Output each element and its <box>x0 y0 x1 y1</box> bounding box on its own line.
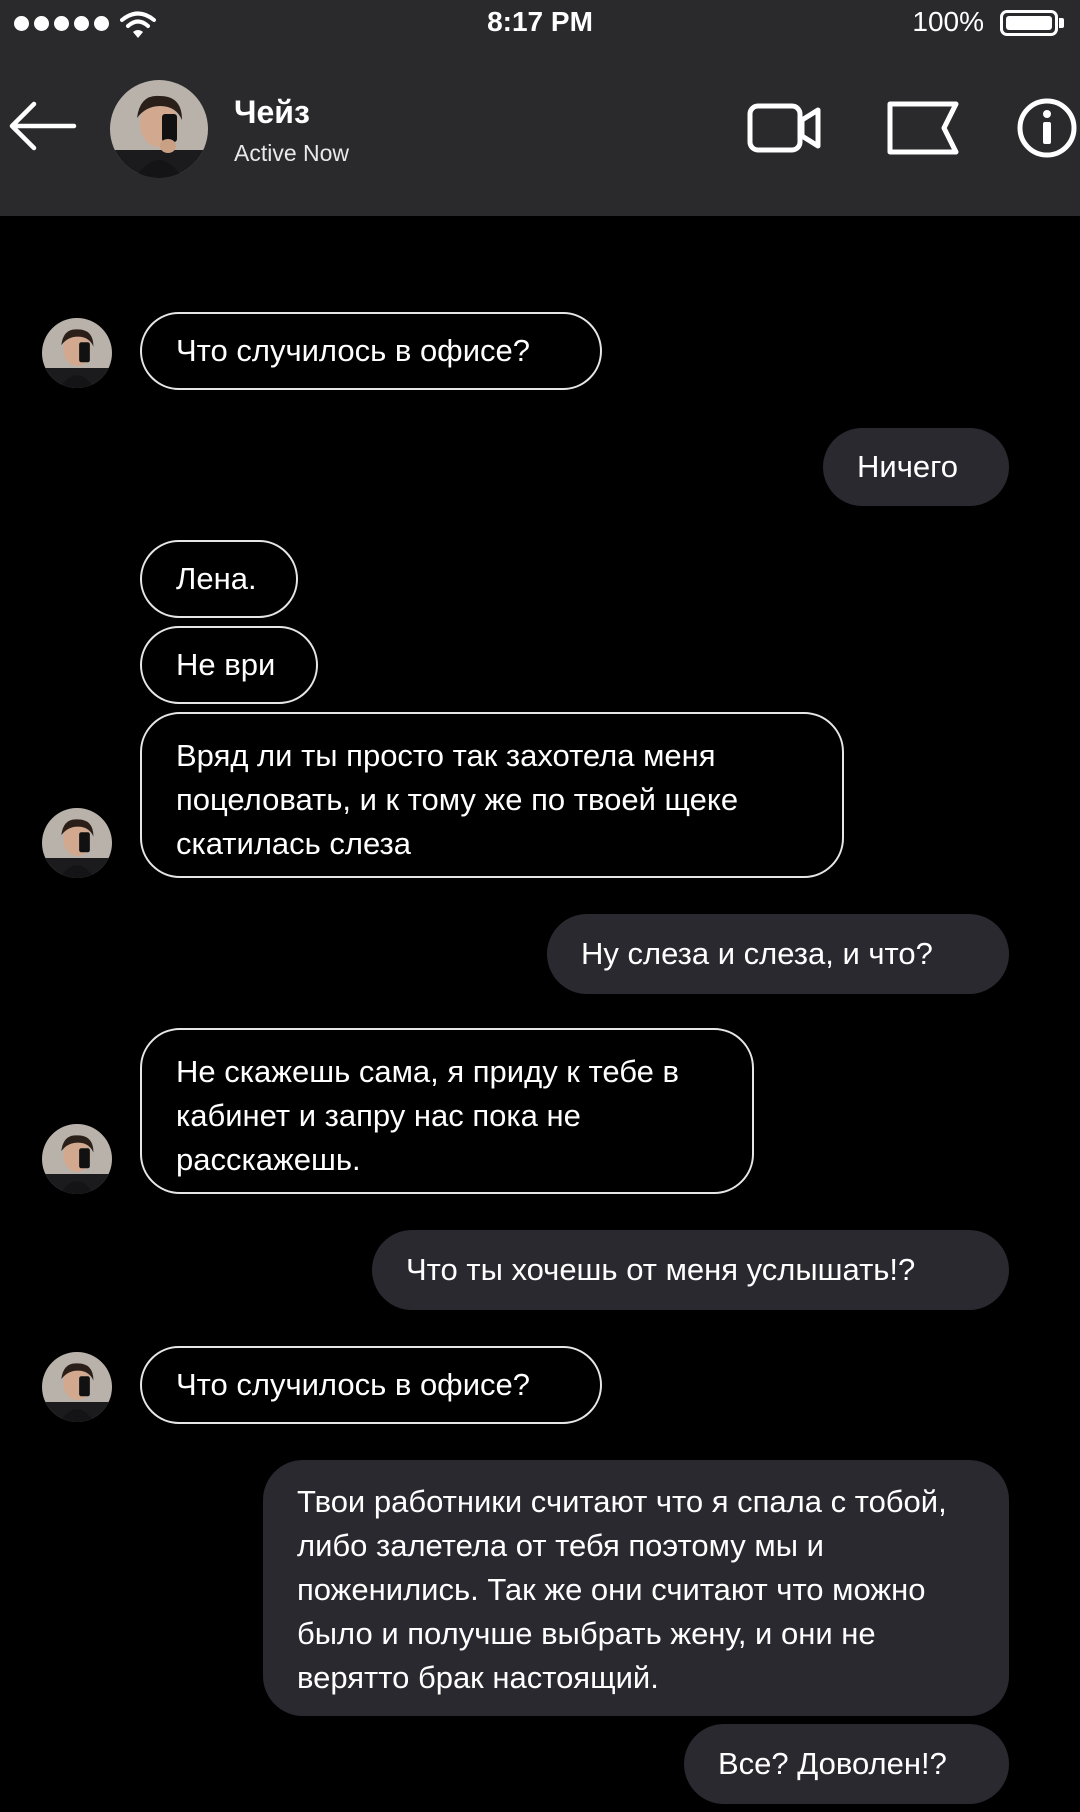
message-bubble-outgoing[interactable]: Ну слеза и слеза, и что? <box>547 914 1009 994</box>
status-bar: 8:17 PM 100% <box>0 0 1080 48</box>
message-avatar[interactable] <box>42 808 112 878</box>
flag-icon <box>887 101 959 155</box>
message-bubble-outgoing[interactable]: Твои работники считают что я спала с тоб… <box>263 1460 1009 1716</box>
video-call-button[interactable] <box>746 98 822 158</box>
message-avatar[interactable] <box>42 1352 112 1422</box>
battery-icon <box>1000 10 1058 36</box>
battery-percentage: 100% <box>912 6 984 37</box>
message-bubble-outgoing[interactable]: Ничего <box>823 428 1009 506</box>
top-bar: 8:17 PM 100% Чейз Active Now <box>0 0 1080 216</box>
message-avatar[interactable] <box>42 318 112 388</box>
message-bubble-incoming[interactable]: Что случилось в офисе? <box>140 1346 602 1424</box>
info-button[interactable] <box>1014 98 1080 158</box>
message-avatar[interactable] <box>42 1124 112 1194</box>
message-bubble-incoming[interactable]: Не ври <box>140 626 318 704</box>
contact-status: Active Now <box>234 140 350 166</box>
report-button[interactable] <box>886 98 960 158</box>
info-icon <box>1017 98 1077 158</box>
message-bubble-incoming[interactable]: Лена. <box>140 540 298 618</box>
message-bubble-incoming[interactable]: Что случилось в офисе? <box>140 312 602 390</box>
message-bubble-outgoing[interactable]: Все? Доволен!? <box>684 1724 1009 1804</box>
battery-tip <box>1059 18 1064 28</box>
video-camera-icon <box>747 103 821 153</box>
message-bubble-outgoing[interactable]: Что ты хочешь от меня услышать!? <box>372 1230 1009 1310</box>
arrow-left-icon <box>9 101 77 151</box>
contact-avatar[interactable] <box>110 80 208 178</box>
message-bubble-incoming[interactable]: Вряд ли ты просто так захотела меня поце… <box>140 712 844 878</box>
back-button[interactable] <box>4 96 78 156</box>
message-bubble-incoming[interactable]: Не скажешь сама, я приду к тебе в кабине… <box>140 1028 754 1194</box>
chat-screen: 8:17 PM 100% Чейз Active Now Что случило… <box>0 0 1080 1812</box>
contact-name: Чейз <box>234 94 310 130</box>
